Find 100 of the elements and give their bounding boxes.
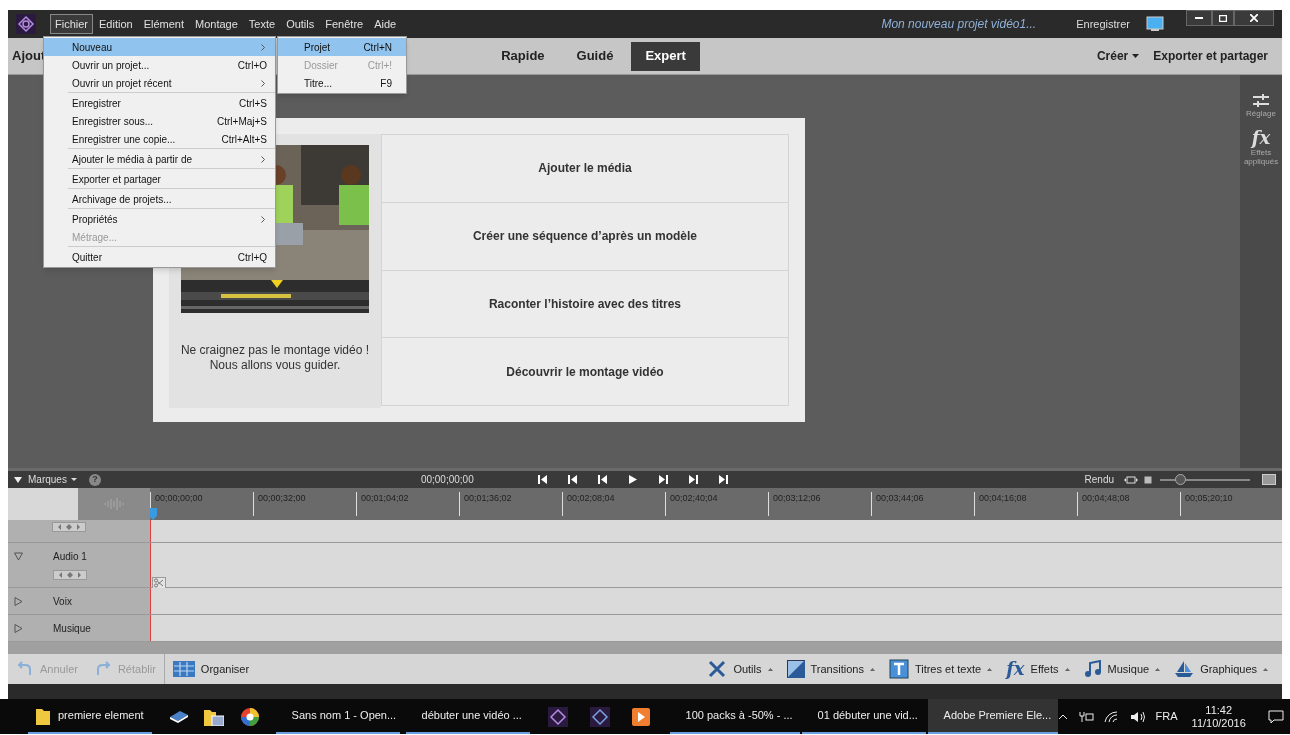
taskbar-button[interactable]: premiere element [28,699,152,734]
panel-label: Effets appliqués [1242,148,1280,166]
taskbar-button[interactable]: débuter une vidéo ... [405,699,530,734]
welcome-option[interactable]: Créer une séquence d’après un modèle [382,201,788,270]
taskbar-button[interactable]: Sans nom 1 - Open... [275,699,400,734]
transition-icon [786,660,805,678]
menu-item[interactable]: Montage [190,13,243,35]
caret-icon [767,667,773,671]
keyframe-controls-icon[interactable] [52,522,86,532]
ruler-label: 00;04;48;08 [1077,492,1180,516]
sailboat-icon [1174,660,1195,678]
track-name: Musique [53,622,91,636]
ruler-label: 00;04;16;08 [974,492,1077,516]
menu-item[interactable]: Fenêtre [320,13,369,35]
panel-button[interactable]: Titres et texte [888,659,993,679]
transport-icon[interactable] [597,475,608,484]
ruler-label: 00;03;44;06 [871,492,974,516]
transport-icon[interactable] [717,475,728,484]
save-button[interactable]: Enregistrer [1076,15,1130,33]
track-name: Audio 1 [53,550,87,564]
chevron-up-icon[interactable] [1057,713,1068,720]
collapse-icon[interactable] [14,476,22,483]
help-button[interactable]: ? [88,473,101,486]
close-icon [1250,14,1258,22]
title-icon [888,659,909,679]
zoom-out-icon[interactable] [1144,475,1152,484]
mode-tab[interactable]: Guidé [562,41,628,71]
transport-icon[interactable] [567,475,578,484]
horizontal-scrollbar[interactable] [8,642,1282,654]
premiere-icon[interactable] [547,706,568,727]
pinwheel-icon[interactable] [239,706,260,727]
premiere-icon[interactable] [589,706,610,727]
maximize-icon [1219,14,1227,22]
project-title: Mon nouveau projet vidéo1... [881,16,1037,33]
slider-thumb[interactable] [1174,473,1186,485]
menu-entry[interactable]: Enregistrer Ctrl+S [68,94,275,112]
menu-item[interactable]: Texte [243,13,281,35]
menu-item[interactable]: Outils [281,13,320,35]
wifi-icon[interactable] [1103,710,1120,723]
markers-menu[interactable]: Marques [28,472,77,487]
transport-icon[interactable] [657,475,668,484]
welcome-option[interactable]: Raconter l’histoire avec des titres [382,269,788,338]
taskbar-button[interactable]: 01 débuter une vid... [801,699,926,734]
transport-icon[interactable] [687,475,698,484]
clock-time: 11:42 [1205,703,1233,717]
caret-icon [1263,667,1268,671]
menu-entry[interactable]: Enregistrer sous... Ctrl+Maj+S [68,112,275,130]
welcome-option[interactable]: Ajouter le média [382,135,788,202]
expand-icon[interactable] [14,597,23,606]
menu-entry[interactable]: Nouveau [44,38,275,56]
track-name: Voix [53,595,72,609]
menu-item[interactable]: Elément [138,13,189,35]
menu-entry[interactable]: Projet Ctrl+N [278,38,406,56]
panel-button[interactable]: Outils [707,659,773,679]
music-note-icon [1083,660,1102,678]
play-icon[interactable] [627,475,638,484]
taskbar-button[interactable]: 100 packs à -50% - ... [669,699,800,734]
language-indicator[interactable]: FRA [1155,708,1178,725]
menu-entry[interactable]: Enregistrer une copie... Ctrl+Alt+S [68,130,275,148]
undo-icon [16,661,34,677]
minimize-button[interactable] [1186,10,1212,26]
fx-icon[interactable]: fx [1251,128,1271,148]
sliders-icon[interactable] [1251,93,1271,109]
speaker-icon[interactable] [1129,710,1146,723]
grid-icon [172,661,195,677]
menu-item[interactable]: Aide [369,13,402,35]
mode-tab[interactable]: Expert [631,41,700,71]
transport-icon[interactable] [537,475,548,484]
ruler-label: 00;02;40;04 [665,492,768,516]
close-button[interactable] [1234,10,1274,26]
panel-button[interactable]: Graphiques [1174,660,1268,678]
taskbar-button[interactable]: Adobe Premiere Ele... [927,699,1058,734]
maximize-button[interactable] [1212,10,1234,26]
menu-entry[interactable]: Ouvrir un projet récent [44,74,275,92]
folder-icon [36,706,50,725]
notification-icon[interactable] [1267,709,1284,724]
media-player-icon[interactable] [631,707,650,726]
ruler-label: 00;01;36;02 [459,492,562,516]
mode-tab[interactable]: Rapide [487,41,559,71]
fit-icon[interactable] [1124,475,1138,484]
menu-item[interactable]: Fichier [50,13,93,35]
book-icon[interactable] [167,708,188,725]
folder-picture-icon[interactable] [203,707,224,726]
menu-item[interactable]: Edition [94,13,138,35]
menu-entry[interactable]: Ouvrir un projet... Ctrl+O [44,56,275,74]
keyframe-controls-icon[interactable] [53,570,87,580]
panel-button[interactable]: Transitions [786,660,875,678]
render-label: Rendu [1084,473,1114,487]
menu-entry[interactable]: Titre... F9 [278,74,406,92]
scissors-icon[interactable] [152,577,166,589]
panel-button[interactable]: Musique [1083,660,1161,678]
screen-icon[interactable] [1146,16,1164,32]
create-menu[interactable]: Créer [1096,47,1140,65]
panel-button[interactable]: fx Effets [1006,659,1070,679]
tools-icon [707,659,728,679]
app-logo-icon[interactable] [16,14,36,34]
expand-icon[interactable] [14,624,23,633]
ruler-label: 00;05;20;10 [1180,492,1282,516]
export-button[interactable]: Exporter et partager [1153,47,1268,65]
welcome-option[interactable]: Découvrir le montage vidéo [382,337,788,405]
